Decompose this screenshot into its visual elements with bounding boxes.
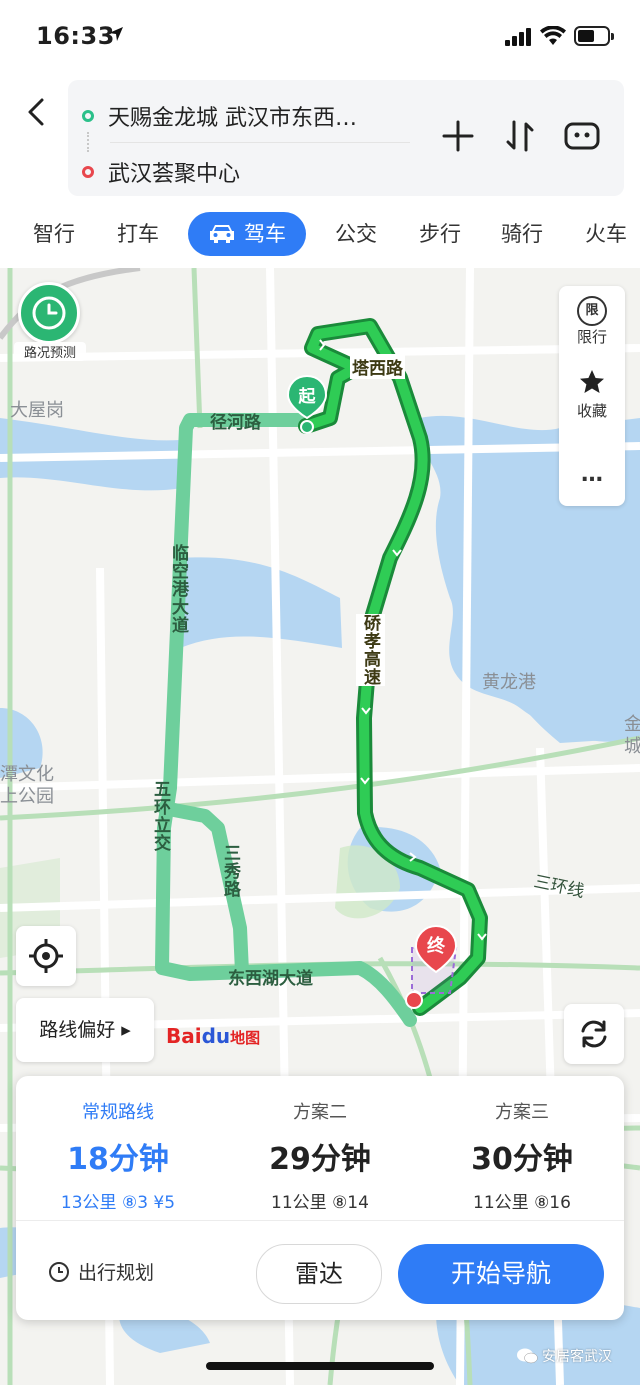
status-time: 16:33 (36, 22, 115, 50)
plan-meta: 11公里 ⑧16 (473, 1193, 571, 1213)
status-bar: 16:33 (0, 0, 640, 72)
road-label-wuhuan: 五环立交 (150, 780, 170, 852)
road-label-dongxihu: 东西湖大道 (228, 969, 313, 989)
plan-name: 方案二 (293, 1102, 347, 1123)
plan-meta: 11公里 ⑧14 (271, 1193, 369, 1213)
plan-option-3[interactable]: 方案三 30分钟 11公里 ⑧16 (422, 1076, 622, 1216)
tab-train[interactable]: 火车 (578, 212, 634, 256)
road-label-taxi: 塔西路 (350, 354, 405, 379)
tab-drive[interactable]: 驾车 (188, 212, 306, 256)
wechat-icon (517, 1348, 538, 1364)
road-label-linkonggang: 临空港大道 (168, 544, 188, 634)
traffic-forecast-label: 路况预测 (14, 342, 86, 361)
clock-outline-icon (49, 1261, 69, 1282)
favorite-button[interactable]: 收藏 (559, 368, 625, 421)
logo-bai: Bai (166, 1024, 202, 1048)
battery-icon (574, 26, 614, 46)
refresh-button[interactable] (564, 1004, 624, 1064)
tab-bus[interactable]: 公交 (328, 212, 384, 256)
more-options-icon[interactable] (562, 116, 602, 156)
wifi-icon (540, 26, 566, 45)
end-marker-label: 终 (427, 936, 445, 957)
home-indicator[interactable] (206, 1362, 434, 1370)
panel-divider (16, 1220, 624, 1221)
origin-text: 天赐金龙城 武汉市东西… (108, 106, 357, 131)
route-preference-button[interactable]: 路线偏好 ▸ (16, 998, 154, 1062)
more-button[interactable]: … (559, 462, 625, 487)
star-icon (580, 370, 604, 393)
logo-du: du (201, 1024, 231, 1048)
start-navigation-button[interactable]: 开始导航 (398, 1244, 604, 1304)
baidu-map-logo: Baidu地图 (166, 1024, 260, 1048)
back-arrow-icon[interactable] (20, 92, 54, 132)
restriction-icon: 限 (577, 296, 607, 326)
destination-dot-icon (82, 166, 94, 178)
transport-mode-tabs: 智行 打车 驾车 公交 步行 骑行 火车 (0, 212, 640, 258)
refresh-icon (581, 1020, 607, 1048)
tab-taxi[interactable]: 打车 (110, 212, 166, 256)
map-side-panel: 限 限行 收藏 … (559, 286, 625, 506)
plan-option-1[interactable]: 常规路线 18分钟 13公里 ⑧3 ¥5 (18, 1076, 218, 1216)
place-label-daxiagang: 大屋岗 (10, 400, 64, 421)
add-waypoint-icon[interactable] (438, 116, 478, 156)
plan-duration: 29分钟 (269, 1142, 371, 1177)
start-marker[interactable]: 起 (286, 374, 328, 434)
watermark: 安居客武汉 (516, 1346, 612, 1366)
start-marker-label: 起 (298, 387, 316, 407)
road-label-jinghe: 径河路 (210, 413, 261, 433)
field-divider (110, 142, 410, 143)
car-icon (210, 225, 234, 243)
crosshair-icon (29, 939, 63, 973)
trip-plan-button[interactable]: 出行规划 (48, 1258, 154, 1285)
clock-icon (18, 282, 80, 344)
tab-drive-label: 驾车 (244, 222, 286, 246)
restriction-label: 限行 (576, 328, 607, 346)
favorite-label: 收藏 (576, 402, 607, 420)
plan-name: 常规路线 (82, 1102, 154, 1123)
road-label-sanxiu: 三秀路 (220, 844, 240, 898)
plan-option-2[interactable]: 方案二 29分钟 11公里 ⑧14 (220, 1076, 420, 1216)
road-label-hanxiao: 硚孝高速 (356, 614, 385, 686)
trip-plan-label: 出行规划 (78, 1262, 155, 1284)
destination-dot (405, 991, 423, 1009)
route-input-card: 天赐金龙城 武汉市东西… 武汉荟聚中心 (68, 80, 624, 196)
route-plans-panel: 常规路线 18分钟 13公里 ⑧3 ¥5 方案二 29分钟 11公里 ⑧14 方… (16, 1076, 624, 1320)
plan-duration: 18分钟 (67, 1142, 169, 1177)
restriction-button[interactable]: 限 限行 (559, 296, 625, 347)
place-label-jincheng: 金 城 (624, 714, 640, 757)
plan-name: 方案三 (495, 1102, 549, 1123)
place-label-huanglonggang: 黄龙港 (482, 672, 536, 693)
origin-dot-icon (82, 110, 94, 122)
origin-field[interactable]: 天赐金龙城 武汉市东西… (68, 90, 357, 142)
tab-bike[interactable]: 骑行 (494, 212, 550, 256)
destination-field[interactable]: 武汉荟聚中心 (68, 146, 240, 198)
traffic-forecast-button[interactable]: 路况预测 (14, 282, 86, 364)
watermark-text: 安居客武汉 (542, 1349, 612, 1365)
plan-duration: 30分钟 (471, 1142, 573, 1177)
destination-text: 武汉荟聚中心 (108, 162, 241, 187)
location-arrow-icon (109, 27, 123, 41)
tab-smart[interactable]: 智行 (26, 212, 82, 256)
plan-meta: 13公里 ⑧3 ¥5 (60, 1193, 176, 1213)
cellular-signal-icon (505, 28, 531, 46)
tab-walk[interactable]: 步行 (412, 212, 468, 256)
alt-route (155, 413, 417, 1027)
radar-button[interactable]: 雷达 (256, 1244, 382, 1304)
end-marker[interactable]: 终 (414, 924, 458, 1004)
locate-button[interactable] (16, 926, 76, 986)
route-header: 天赐金龙城 武汉市东西… 武汉荟聚中心 智行 打车 驾车 公交 步行 骑行 火车 (0, 72, 640, 272)
place-label-culture-park: 潭文化 上公园 (0, 764, 54, 807)
swap-route-icon[interactable] (500, 116, 540, 156)
logo-ditu: 地图 (230, 1029, 261, 1047)
